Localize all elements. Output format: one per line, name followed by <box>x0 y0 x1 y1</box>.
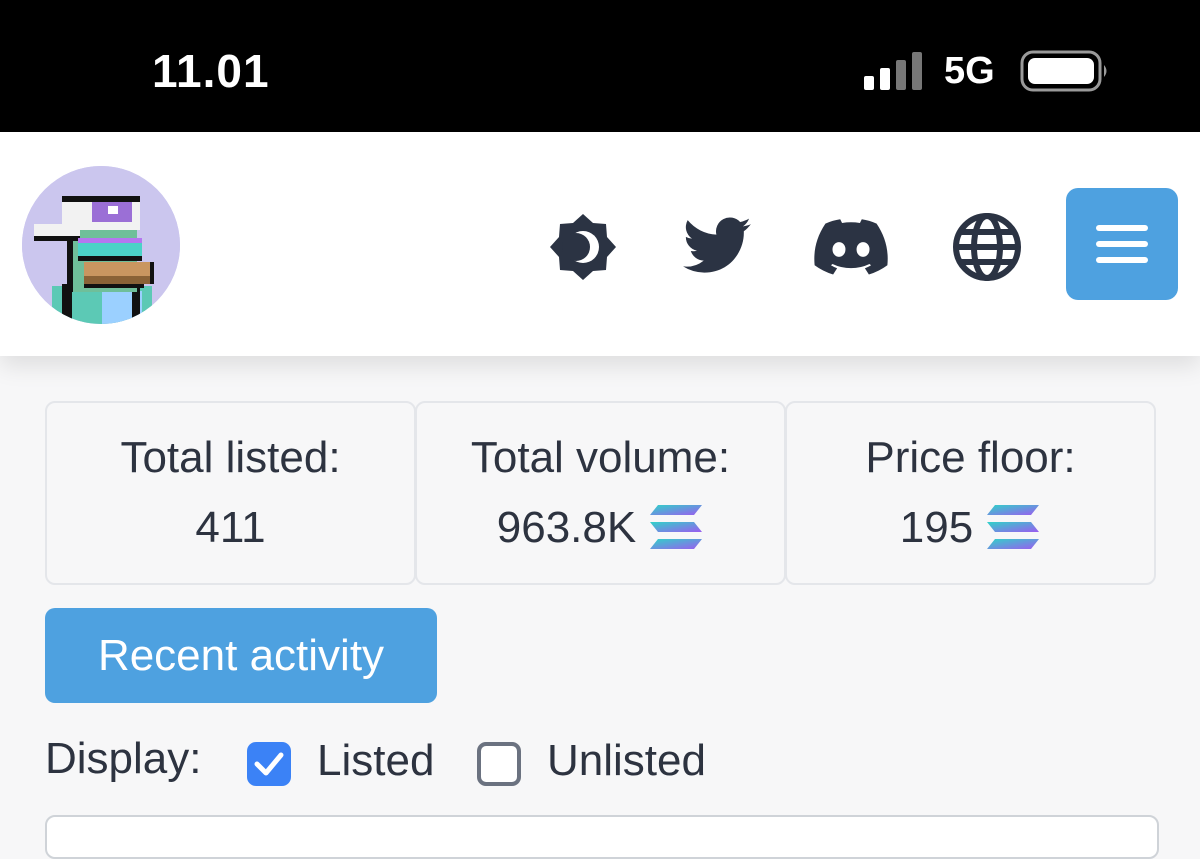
status-bar: 11.01 5G <box>0 0 1200 132</box>
stat-value: 411 <box>195 503 265 553</box>
unlisted-label[interactable]: Unlisted <box>547 736 706 786</box>
stat-label: Price floor: <box>865 433 1076 482</box>
stat-total-listed: Total listed: 411 <box>45 401 416 585</box>
stat-label: Total listed: <box>120 433 341 482</box>
menu-button[interactable] <box>1066 188 1178 300</box>
checkmark-icon <box>254 752 284 776</box>
stat-total-volume: Total volume: 963.8K <box>415 401 786 585</box>
theme-toggle-icon[interactable] <box>546 210 620 284</box>
twitter-icon[interactable] <box>680 210 754 284</box>
price-floor-value: 195 <box>899 503 974 552</box>
unlisted-checkbox[interactable] <box>477 742 521 786</box>
signal-icon <box>864 52 922 90</box>
avatar[interactable] <box>22 166 180 324</box>
stat-label: Total volume: <box>470 433 731 482</box>
pixel-avatar-icon <box>22 166 180 324</box>
stats-panel: Total listed: 411 Total volume: 963.8K P… <box>45 401 1156 585</box>
globe-icon[interactable] <box>950 210 1024 284</box>
total-listed-value: 411 <box>195 503 266 552</box>
network-type: 5G <box>944 50 995 92</box>
display-filter: Display: Listed Unlisted <box>45 728 1155 798</box>
recent-activity-button[interactable]: Recent activity <box>45 608 437 703</box>
battery-icon <box>1020 50 1107 92</box>
app-header <box>0 132 1200 356</box>
solana-icon <box>987 505 1040 549</box>
listed-label[interactable]: Listed <box>317 736 434 786</box>
status-time: 11.01 <box>152 45 270 97</box>
stat-price-floor: Price floor: 195 <box>785 401 1156 585</box>
content-container <box>45 815 1159 859</box>
display-label: Display: <box>45 734 202 783</box>
listed-checkbox[interactable] <box>247 742 291 786</box>
solana-icon <box>650 505 703 549</box>
menu-icon <box>1096 225 1148 263</box>
stat-value: 195 <box>900 503 1041 553</box>
total-volume-value: 963.8K <box>496 503 637 552</box>
discord-icon[interactable] <box>814 210 888 284</box>
stat-value: 963.8K <box>497 503 704 553</box>
